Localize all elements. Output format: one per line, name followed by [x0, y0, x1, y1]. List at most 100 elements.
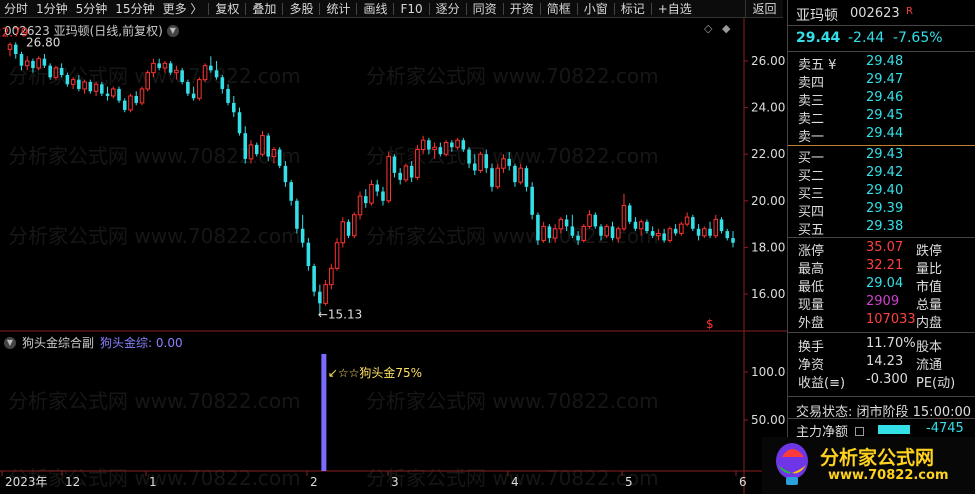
order-row: 买五 29.38 [788, 219, 975, 238]
ask-price: 29.45 [866, 108, 904, 123]
candle-body [277, 149, 282, 166]
stat-row: 最高 32.21 量比 [788, 258, 975, 277]
candle-body [398, 172, 402, 180]
candle-body [139, 88, 145, 104]
candle-body [93, 83, 99, 92]
price-change: -2.44 [848, 30, 885, 46]
y-tick-label: 26.00 [751, 54, 785, 68]
order-row: 卖五 ¥ 29.48 [788, 54, 975, 73]
logo-text: 分析家公式网 [820, 447, 935, 469]
list-icon[interactable] [855, 427, 865, 436]
bid-price: 29.40 [866, 183, 904, 198]
bid-price: 29.38 [866, 219, 904, 234]
candle-body [604, 225, 610, 237]
candle-body [323, 284, 328, 304]
bid-price: 29.42 [866, 165, 904, 180]
order-row: 买一 29.43 [788, 147, 975, 166]
candle-body [490, 168, 494, 187]
last-price: 29.44 [796, 30, 841, 46]
stat-row: 净资 14.23 流通 [788, 354, 975, 373]
candle-body [363, 196, 368, 204]
x-tick-label: 5 [625, 475, 633, 489]
candle-body [656, 232, 661, 237]
candle-body [501, 158, 506, 169]
candle-body [254, 144, 259, 155]
y-tick-label: 20.00 [751, 194, 785, 208]
candle-body [340, 221, 346, 244]
x-tick-label: 2023年 [5, 475, 48, 489]
x-tick-label: 12 [65, 475, 80, 489]
indicator-title-bar: ▼ 狗头金综合副 狗头金综: 0.00 [4, 334, 183, 351]
candle-body [157, 63, 161, 68]
candle-body [713, 218, 719, 237]
high-price-label: 22.79 [0, 25, 28, 39]
candle-body [19, 54, 24, 66]
stat-label: 最低 [798, 280, 825, 295]
divider [788, 25, 975, 26]
candle-body [507, 158, 511, 166]
candle-body [209, 65, 213, 71]
candle-body [403, 165, 409, 181]
candle-body [191, 93, 196, 99]
stat-row: 外盘 107033 内盘 [788, 312, 975, 331]
order-row: 卖一 29.44 [788, 126, 975, 145]
candle-body [610, 226, 615, 239]
candle-body [530, 186, 534, 215]
ask-price: 29.48 [866, 54, 904, 69]
stat-label: 最高 [798, 262, 825, 277]
ask-label: 卖一 [798, 130, 825, 145]
low-price-label: ←15.13 [318, 307, 362, 321]
divider [788, 145, 975, 146]
bid-label: 买三 [798, 187, 825, 202]
candle-body [633, 221, 638, 229]
candle-body [375, 184, 380, 192]
candle-body [552, 228, 558, 239]
candle-body [226, 88, 230, 103]
candle-body [696, 228, 701, 236]
candle-body [650, 231, 655, 236]
candle-body [77, 79, 81, 89]
candle-body [450, 142, 454, 148]
bid-label: 买五 [798, 223, 825, 238]
candle-body [88, 81, 93, 92]
candle-body [638, 221, 644, 230]
candle-body [122, 100, 127, 110]
candle-body [53, 67, 59, 78]
candle-body [564, 219, 569, 227]
x-tick-label: 1 [149, 475, 157, 489]
candle-body [248, 144, 254, 160]
candle-body [283, 165, 288, 183]
chevron-down-icon[interactable]: ▼ [4, 336, 16, 349]
candle-body [581, 225, 587, 241]
candle-body [105, 93, 110, 96]
order-row: 卖三 29.46 [788, 90, 975, 109]
candle-body [684, 216, 690, 225]
lightbulb-icon [776, 443, 808, 485]
indicator-tick-label: 100.0 [751, 365, 785, 379]
candle-body [662, 233, 666, 241]
stat-label: 换手 [798, 340, 825, 355]
candle-body [541, 225, 546, 241]
quote-panel: 亚玛顿 002623 R 29.44 -2.44 -7.65% 卖五 ¥ 29.4… [787, 0, 975, 494]
candle-body [357, 195, 363, 216]
candle-body [725, 231, 730, 239]
candle-body [427, 140, 431, 150]
order-row: 卖二 29.45 [788, 108, 975, 127]
y-tick-label: 18.00 [751, 240, 785, 254]
bid-label: 买四 [798, 205, 825, 220]
divider [788, 332, 975, 333]
stat-row: 涨停 35.07 跌停 [788, 240, 975, 259]
candle-body [570, 226, 575, 236]
candle-body [547, 226, 552, 239]
stat-label: 股本 [916, 340, 943, 355]
stat-row: 换手 11.70% 股本 [788, 336, 975, 355]
candle-body [673, 228, 678, 234]
brand-logo: 分析家公式网 www.70822.com [762, 437, 975, 494]
candle-body [7, 44, 13, 50]
candle-body [334, 242, 340, 269]
stat-row: 最低 29.04 市值 [788, 276, 975, 295]
candle-body [467, 149, 471, 164]
candle-body [461, 140, 466, 150]
stock-name: 亚玛顿 [796, 8, 838, 24]
candle-body [386, 156, 391, 202]
